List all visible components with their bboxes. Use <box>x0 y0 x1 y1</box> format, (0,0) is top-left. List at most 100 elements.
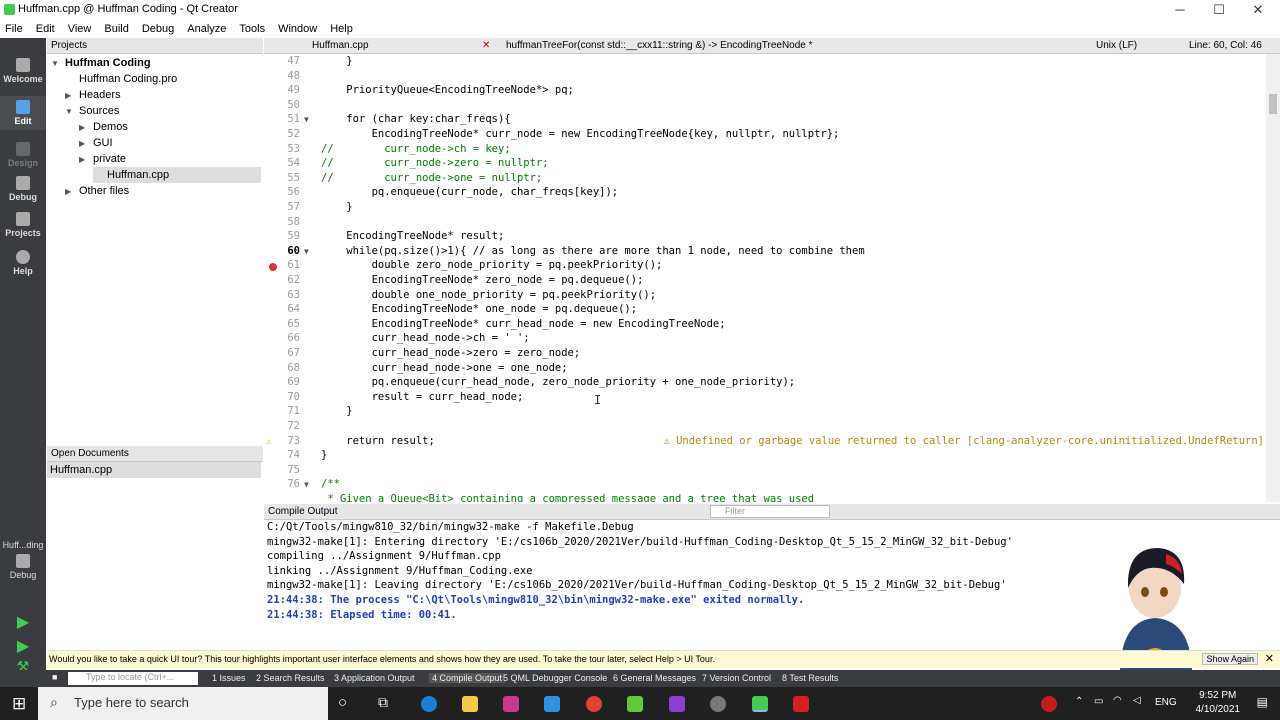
open-doc-item[interactable]: Huffman.cpp <box>47 462 261 478</box>
tree-item-headers[interactable]: ▶ Headers <box>65 87 261 103</box>
fold-marker-icon[interactable]: ▼ <box>304 115 309 124</box>
qt-creator-taskbar-icon[interactable] <box>752 696 768 712</box>
tree-item-huffman-cpp[interactable]: Huffman.cpp <box>93 167 261 183</box>
fold-marker-icon[interactable]: ▼ <box>304 247 309 256</box>
menu-debug[interactable]: Debug <box>142 23 174 35</box>
show-again-button[interactable]: Show Again <box>1202 653 1258 665</box>
expand-icon[interactable]: ▶ <box>65 91 75 100</box>
menu-window[interactable]: Window <box>278 23 317 35</box>
mode-projects[interactable]: Projects <box>0 212 46 238</box>
breakpoint-icon[interactable] <box>269 263 277 271</box>
code-line: 68 curr_head_node->one = one_node; <box>264 362 1266 377</box>
kit-selector[interactable]: Huff...ding Debug <box>0 540 46 580</box>
close-button[interactable]: ✕ <box>1248 2 1268 18</box>
edge-icon[interactable] <box>421 696 437 712</box>
battery-icon[interactable]: ▭ <box>1094 696 1103 707</box>
line-ending-selector[interactable]: Unix (LF) <box>1096 40 1137 51</box>
line-number: 70 <box>287 390 300 403</box>
language-indicator[interactable]: ENG <box>1155 697 1177 708</box>
tree-item-other-files[interactable]: ▶ Other files <box>65 183 261 199</box>
notifications-icon[interactable]: ▤ <box>1257 695 1268 709</box>
expand-icon[interactable]: ▶ <box>65 187 75 196</box>
code-text: // curr_node->zero = nullptr; <box>321 157 549 170</box>
android-studio-icon[interactable] <box>627 696 643 712</box>
menu-help[interactable]: Help <box>330 23 353 35</box>
file-selector[interactable]: Huffman.cpp <box>312 40 369 51</box>
code-text: } <box>321 449 328 462</box>
expand-icon[interactable]: ▼ <box>65 107 75 116</box>
filter-input[interactable]: Filter <box>710 505 830 518</box>
maximize-button[interactable]: ☐ <box>1209 2 1229 18</box>
analyzer-warning[interactable]: ⚠ Undefined or garbage value returned to… <box>663 434 1264 447</box>
tree-item-project[interactable]: ▼ Huffman Coding <box>51 55 261 71</box>
expand-icon[interactable]: ▶ <box>79 123 89 132</box>
file-explorer-icon[interactable] <box>462 696 478 712</box>
close-doc-icon[interactable]: ✕ <box>482 40 490 51</box>
code-line: 62 EncodingTreeNode* zero_node = pq.dequ… <box>264 274 1266 289</box>
obs-icon[interactable] <box>710 696 726 712</box>
debug-run-button[interactable]: ▶ <box>0 636 46 656</box>
expand-icon[interactable]: ▶ <box>79 139 89 148</box>
code-line: 76 ▼ /** <box>264 478 1266 493</box>
line-number: 71 <box>287 405 300 418</box>
cortana-icon[interactable]: ○ <box>338 694 347 711</box>
mode-design[interactable]: Design <box>0 142 46 168</box>
scrollbar-thumb[interactable] <box>1269 94 1277 114</box>
taskbar-search[interactable]: ⌕ Type here to search <box>38 687 328 720</box>
menu-view[interactable]: View <box>68 23 92 35</box>
tree-item-pro-file[interactable]: Huffman Coding.pro <box>65 71 261 87</box>
mode-debug[interactable]: Debug <box>0 176 46 202</box>
tree-item-demos[interactable]: ▶ Demos <box>79 119 261 135</box>
bug-icon <box>16 176 30 190</box>
cursor-position[interactable]: Line: 60, Col: 46 <box>1189 40 1262 51</box>
tray-chevron-icon[interactable]: ⌃ <box>1075 696 1083 707</box>
code-editor[interactable]: 47 } 48 49 PriorityQueue<EncodingTreeNode*… <box>264 54 1266 502</box>
tab-application-output[interactable]: 3 Application Output <box>334 673 415 683</box>
mode-help[interactable]: Help <box>0 250 46 276</box>
acrobat-icon[interactable] <box>793 696 809 712</box>
symbol-selector[interactable]: huffmanTreeFor(const std::__cxx11::strin… <box>506 40 813 51</box>
tree-item-private[interactable]: ▶ private <box>79 151 261 167</box>
chrome-icon[interactable] <box>586 696 602 712</box>
mode-edit[interactable]: Edit <box>0 96 46 130</box>
expand-icon[interactable]: ▼ <box>51 59 61 68</box>
wifi-icon[interactable]: ◠ <box>1113 695 1122 706</box>
tree-item-gui[interactable]: ▶ GUI <box>79 135 261 151</box>
tab-version-control[interactable]: 7 Version Control <box>702 673 771 683</box>
tab-qml-debugger[interactable]: 5 QML Debugger Console <box>503 673 607 683</box>
mode-welcome[interactable]: Welcome <box>0 58 46 84</box>
menu-edit[interactable]: Edit <box>36 23 55 35</box>
tree-item-label: Headers <box>79 89 121 101</box>
clock[interactable]: 9:52 PM 4/10/2021 <box>1196 689 1241 717</box>
tab-compile-output[interactable]: 4 Compile Output <box>429 673 506 683</box>
run-button[interactable]: ▶ <box>0 612 46 632</box>
code-line: 69 pq.enqueue(curr_head_node, zero_node_… <box>264 376 1266 391</box>
mail-icon[interactable] <box>544 696 560 712</box>
minimize-button[interactable]: ─ <box>1170 2 1190 17</box>
menu-tools[interactable]: Tools <box>239 23 265 35</box>
tab-issues[interactable]: 1 Issues <box>212 673 246 683</box>
compile-output-header: Compile Output Filter <box>264 504 1280 520</box>
tab-general-messages[interactable]: 6 General Messages <box>613 673 696 683</box>
tab-search-results[interactable]: 2 Search Results <box>256 673 325 683</box>
menu-file[interactable]: File <box>5 23 23 35</box>
locator-input[interactable]: Type to locate (Ctrl+... <box>68 672 198 685</box>
windows-start-icon[interactable]: ⊞ <box>12 694 26 714</box>
line-number: 60 <box>287 244 300 257</box>
expand-icon[interactable]: ▶ <box>79 155 89 164</box>
editor-scrollbar[interactable] <box>1266 54 1280 502</box>
tab-test-results[interactable]: 8 Test Results <box>782 673 838 683</box>
fold-marker-icon[interactable]: ▼ <box>304 480 309 489</box>
twitch-icon[interactable] <box>669 696 685 712</box>
editor-toolbar: Huffman.cpp ✕ huffmanTreeFor(const std::… <box>264 38 1280 54</box>
toggle-sidebar-icon[interactable]: ■ <box>52 672 57 682</box>
tree-item-sources[interactable]: ▼ Sources <box>65 103 261 119</box>
menu-analyze[interactable]: Analyze <box>187 23 226 35</box>
volume-icon[interactable]: ◁ <box>1133 695 1141 706</box>
task-view-icon[interactable]: ⧉ <box>378 694 388 711</box>
menu-build[interactable]: Build <box>104 23 128 35</box>
code-text: PriorityQueue<EncodingTreeNode*> pq; <box>321 84 574 97</box>
tour-close-icon[interactable]: ✕ <box>1265 652 1274 665</box>
tray-app-icon[interactable] <box>1041 696 1057 712</box>
app-icon[interactable] <box>503 696 519 712</box>
